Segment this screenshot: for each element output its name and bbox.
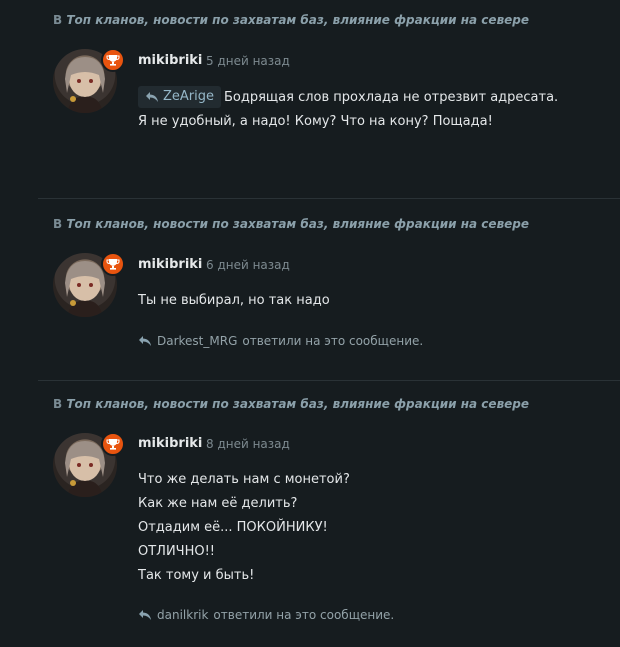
post-time[interactable]: 5 дней назад — [206, 54, 290, 68]
message-line: Отдадим её... ПОКОЙНИКУ! — [138, 520, 328, 535]
reply-user[interactable]: danilkrik — [157, 608, 208, 622]
quoted-user[interactable]: ZeArige — [138, 86, 222, 108]
message-line: Ты не выбирал, но так надо — [138, 293, 330, 308]
author-name[interactable]: mikibriki — [138, 436, 202, 451]
thread-link[interactable]: В Топ кланов, новости по захватам баз, в… — [53, 397, 529, 411]
message-line: Я не удобный, а надо! Кому? Что на кону?… — [138, 114, 493, 129]
reply-arrow-icon — [146, 92, 158, 102]
thread-prefix: В — [53, 397, 63, 411]
thread-title[interactable]: Топ кланов, новости по захватам баз, вли… — [66, 397, 529, 411]
post-time[interactable]: 6 дней назад — [206, 258, 290, 272]
trophy-icon — [106, 259, 120, 270]
trophy-icon — [106, 439, 120, 450]
post-divider — [38, 198, 620, 199]
reply-text: ответили на это сообщение. — [213, 608, 395, 622]
trophy-icon — [106, 55, 120, 66]
trophy-badge[interactable] — [101, 432, 125, 456]
reply-user[interactable]: Darkest_MRG — [157, 334, 237, 348]
author-name[interactable]: mikibriki — [138, 257, 202, 272]
message-line: Так тому и быть! — [138, 568, 255, 583]
post-divider — [38, 380, 620, 381]
thread-prefix: В — [53, 217, 63, 231]
thread-title[interactable]: Топ кланов, новости по захватам баз, вли… — [66, 13, 529, 27]
reply-arrow-icon — [139, 336, 151, 346]
trophy-badge[interactable] — [101, 252, 125, 276]
quoted-user-name[interactable]: ZeArige — [163, 86, 214, 108]
message-line: Как же нам её делить? — [138, 496, 298, 511]
reply-text: ответили на это сообщение. — [242, 334, 424, 348]
author-name[interactable]: mikibriki — [138, 53, 202, 68]
thread-title[interactable]: Топ кланов, новости по захватам баз, вли… — [66, 217, 529, 231]
trophy-badge[interactable] — [101, 48, 125, 72]
thread-link[interactable]: В Топ кланов, новости по захватам баз, в… — [53, 217, 529, 231]
replies-note[interactable]: Darkest_MRG ответили на это сообщение. — [138, 334, 423, 348]
reply-arrow-icon — [139, 610, 151, 620]
thread-link[interactable]: В Топ кланов, новости по захватам баз, в… — [53, 13, 529, 27]
message-line: ОТЛИЧНО!! — [138, 544, 216, 559]
thread-prefix: В — [53, 13, 63, 27]
post-time[interactable]: 8 дней назад — [206, 437, 290, 451]
replies-note[interactable]: danilkrik ответили на это сообщение. — [138, 608, 394, 622]
message-line: Бодрящая слов прохлада не отрезвит адрес… — [224, 90, 559, 105]
message-line: Что же делать нам с монетой? — [138, 472, 350, 487]
activity-feed: В Топ кланов, новости по захватам баз, в… — [0, 0, 620, 647]
